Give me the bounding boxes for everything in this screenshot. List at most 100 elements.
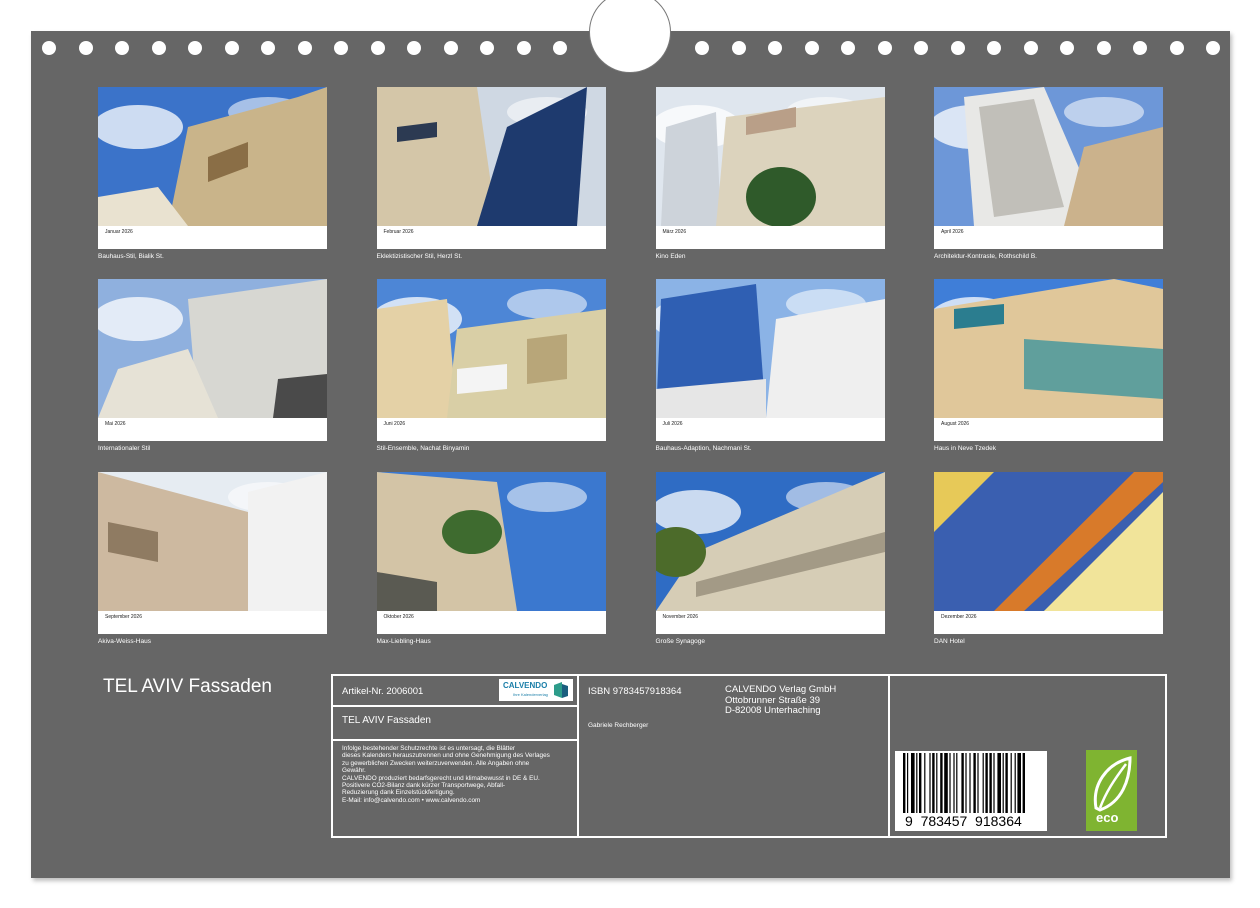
info-box: Artikel-Nr. 2006001 CALVENDO Ihre Kalend… bbox=[331, 674, 1167, 838]
publisher-line: CALVENDO Verlag GmbH bbox=[725, 684, 837, 695]
weekday-row bbox=[663, 620, 877, 624]
month-photo bbox=[376, 472, 606, 611]
month-page-9: September 2026 Akiva-Weiss-Haus bbox=[98, 472, 327, 645]
binding-hole bbox=[1133, 41, 1147, 55]
binding-hole bbox=[841, 41, 855, 55]
month-page-5: Mai 2026 Internationaler Stil bbox=[98, 279, 327, 452]
hanger-cutout bbox=[589, 0, 671, 73]
weekday-row bbox=[663, 427, 877, 431]
binding-hole bbox=[1169, 41, 1184, 55]
isbn-barcode: 9 783457 918364 bbox=[895, 751, 1047, 831]
weekday-row bbox=[105, 620, 319, 624]
month-page-6: Juni 2026 Stil-Ensemble, Nachat Binyamin bbox=[376, 279, 606, 452]
legal-line: E-Mail: info@calvendo.com • www.calvendo… bbox=[342, 796, 481, 804]
isbn: ISBN 9783457918364 bbox=[588, 686, 682, 697]
binding-hole bbox=[987, 41, 1001, 55]
binding-hole bbox=[480, 41, 494, 55]
binding-hole bbox=[115, 41, 129, 55]
binding-hole bbox=[261, 41, 275, 55]
publisher-line: D-82008 Unterhaching bbox=[725, 705, 821, 716]
photo-caption: Große Synagoge bbox=[655, 638, 706, 645]
calvendo-logo: CALVENDO Ihre Kalenderverlag bbox=[499, 679, 573, 701]
binding-hole bbox=[804, 41, 819, 55]
legal-line: Positivere CO2-Bilanz dank kürzer Transp… bbox=[342, 782, 506, 790]
binding-hole bbox=[914, 41, 928, 55]
month-photo bbox=[98, 279, 327, 418]
article-number: Artikel-Nr. 2006001 bbox=[342, 686, 424, 697]
day-number-row bbox=[941, 433, 1155, 437]
binding-hole bbox=[1060, 41, 1074, 55]
author: Gabriele Rechberger bbox=[588, 722, 649, 729]
day-number-row bbox=[663, 241, 877, 245]
barcode-digits: 9 783457 918364 bbox=[905, 813, 1022, 829]
photo-caption: Kino Eden bbox=[655, 253, 686, 260]
weekday-row bbox=[105, 235, 319, 239]
month-photo bbox=[98, 87, 327, 226]
legal-line: dieses Kalenders herauszutrennen und ohn… bbox=[342, 752, 550, 760]
month-photo bbox=[376, 279, 606, 418]
publisher-address: CALVENDO Verlag GmbH Ottobrunner Straße 3… bbox=[725, 684, 837, 717]
binding-hole bbox=[297, 41, 312, 55]
day-number-row bbox=[105, 241, 319, 245]
binding-hole bbox=[1096, 41, 1111, 55]
binding-hole bbox=[443, 41, 458, 55]
photo-caption: DAN Hotel bbox=[934, 638, 965, 645]
month-photo bbox=[376, 87, 606, 226]
photo-caption: Internationaler Stil bbox=[98, 445, 151, 452]
weekday-row bbox=[384, 427, 598, 431]
weekday-row bbox=[941, 235, 1155, 239]
month-page-4: April 2026 Architektur-Kontraste, Rothsch… bbox=[934, 87, 1163, 260]
binding-hole bbox=[950, 41, 965, 55]
month-photo bbox=[934, 279, 1163, 418]
month-page-7: Juli 2026 Bauhaus-Adaption, Nachmani St. bbox=[655, 279, 885, 452]
photo-caption: Architektur-Kontraste, Rothschild B. bbox=[934, 253, 1037, 260]
weekday-row bbox=[384, 620, 598, 624]
binding-hole bbox=[768, 41, 782, 55]
binding-hole bbox=[224, 41, 239, 55]
binding-hole bbox=[370, 41, 385, 55]
month-page-1: Januar 2026 Bauhaus-Stil, Bialik St. bbox=[98, 87, 327, 260]
month-photo bbox=[934, 472, 1163, 611]
month-page-3: März 2026 Kino Eden bbox=[655, 87, 885, 260]
day-number-row bbox=[105, 626, 319, 630]
binding-hole bbox=[334, 41, 348, 55]
photo-caption: Haus in Neve Tzedek bbox=[934, 445, 997, 452]
legal-line: zu gewerblichen Zwecken weiterzuverwende… bbox=[342, 759, 530, 767]
binding-hole bbox=[516, 41, 531, 55]
weekday-row bbox=[384, 235, 598, 239]
photo-caption: Bauhaus-Adaption, Nachmani St. bbox=[655, 445, 752, 452]
binding-hole bbox=[78, 41, 93, 55]
photo-caption: Eklektizistischer Stil, Herzl St. bbox=[376, 253, 463, 260]
binding-hole bbox=[188, 41, 202, 55]
weekday-row bbox=[105, 427, 319, 431]
photo-caption: Stil-Ensemble, Nachat Binyamin bbox=[376, 445, 470, 452]
weekday-row bbox=[941, 620, 1155, 624]
legal-line: Infolge bestehender Schutzrechte ist es … bbox=[342, 745, 516, 752]
calendar-back-cover: Januar 2026 Bauhaus-Stil, Bialik St. Febru… bbox=[31, 0, 1230, 878]
binding-hole bbox=[877, 41, 892, 55]
day-number-row bbox=[941, 626, 1155, 630]
day-number-row bbox=[384, 626, 598, 630]
calendar-title: TEL AVIV Fassaden bbox=[103, 676, 272, 697]
binding-hole bbox=[1023, 41, 1038, 55]
binding-hole bbox=[42, 41, 56, 55]
legal-line: Reduzierung dank Einzelstückfertigung. bbox=[342, 789, 455, 797]
weekday-row bbox=[941, 427, 1155, 431]
binding-hole bbox=[1206, 41, 1220, 55]
photo-caption: Bauhaus-Stil, Bialik St. bbox=[98, 253, 164, 260]
month-page-11: November 2026 Große Synagoge bbox=[655, 472, 885, 645]
day-number-row bbox=[105, 433, 319, 437]
month-page-10: Oktober 2026 Max-Liebling-Haus bbox=[376, 472, 606, 645]
month-page-12: Dezember 2026 DAN Hotel bbox=[934, 472, 1163, 645]
weekday-row bbox=[663, 235, 877, 239]
day-number-row bbox=[384, 241, 598, 245]
day-number-row bbox=[941, 241, 1155, 245]
binding-hole bbox=[553, 41, 567, 55]
month-photo bbox=[655, 472, 885, 611]
legal-line: CALVENDO produziert bedarfsgerecht und k… bbox=[342, 774, 540, 782]
binding-hole bbox=[151, 41, 166, 55]
day-number-row bbox=[663, 626, 877, 630]
month-photo bbox=[655, 87, 885, 226]
binding-hole bbox=[407, 41, 421, 55]
month-page-2: Februar 2026 Eklektizistischer Stil, Herz… bbox=[376, 87, 606, 260]
